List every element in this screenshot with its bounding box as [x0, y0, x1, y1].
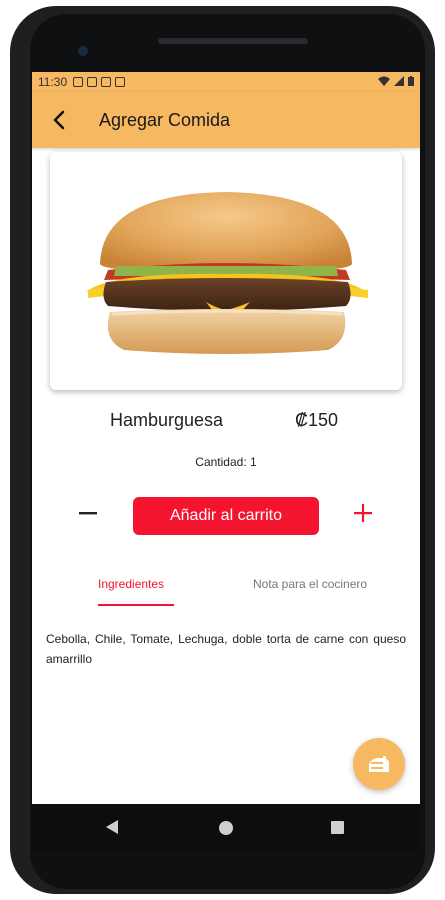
- nav-home-icon[interactable]: [219, 821, 233, 835]
- product-image-card: [50, 152, 402, 390]
- active-tab-indicator: [98, 604, 174, 606]
- status-time: 11:30: [38, 75, 68, 89]
- wifi-icon: [378, 76, 390, 86]
- front-camera: [78, 46, 88, 56]
- tab-ingredients[interactable]: Ingredientes: [98, 577, 164, 591]
- speaker-grille: [158, 38, 308, 44]
- system-nav-bar: [32, 804, 420, 850]
- minus-icon[interactable]: [78, 503, 98, 523]
- status-system-icons: [378, 76, 414, 86]
- battery-icon: [408, 76, 414, 86]
- food-icon: [369, 756, 389, 772]
- page-title: Agregar Comida: [99, 110, 231, 130]
- add-to-cart-button[interactable]: Añadir al carrito: [133, 497, 319, 535]
- app-bar: Agregar Comida: [32, 92, 420, 148]
- quantity-label: Cantidad: 1: [195, 455, 257, 469]
- hamburger-image: [86, 192, 368, 354]
- tab-cook-note[interactable]: Nota para el cocinero: [253, 577, 367, 591]
- nav-back-icon[interactable]: [104, 819, 120, 835]
- nav-recents-icon[interactable]: [331, 821, 344, 834]
- product-name: Hamburguesa: [110, 410, 224, 430]
- status-bar: 11:30: [32, 72, 420, 92]
- notification-icon: [115, 77, 126, 87]
- back-arrow-icon[interactable]: [48, 108, 72, 132]
- app-screen: 11:30 Agregar Comida Hamburguesa ₡150 Ca…: [32, 72, 420, 804]
- food-fab-button[interactable]: [353, 738, 405, 790]
- plus-icon[interactable]: [353, 503, 373, 523]
- ingredients-text: Cebolla, Chile, Tomate, Lechuga, doble t…: [46, 632, 406, 666]
- notification-icon: [73, 77, 84, 87]
- status-notification-icons: [73, 77, 126, 87]
- signal-icon: [394, 76, 404, 86]
- notification-icon: [87, 77, 98, 87]
- product-price: ₡150: [295, 410, 339, 430]
- notification-icon: [101, 77, 112, 87]
